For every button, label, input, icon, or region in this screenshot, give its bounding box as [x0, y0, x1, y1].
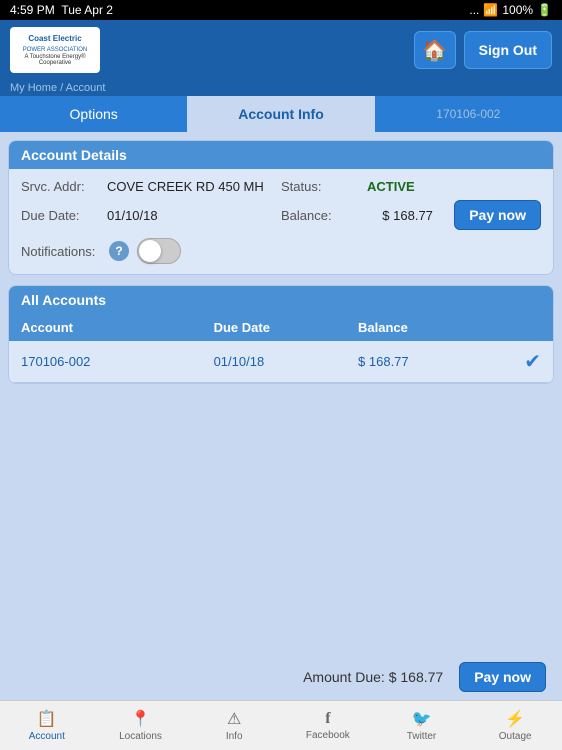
col-account: Account: [21, 320, 214, 335]
tab-account-number[interactable]: 170106-002: [375, 96, 562, 132]
bottom-nav: 📋 Account 📍 Locations ⚠ Info f Facebook …: [0, 700, 562, 750]
breadcrumb: My Home / Account: [0, 80, 562, 96]
srvc-addr-row: Srvc. Addr: COVE CREEK RD 450 MH: [21, 179, 281, 194]
account-details-card: Account Details Srvc. Addr: COVE CREEK R…: [8, 140, 554, 275]
locations-nav-icon: 📍: [131, 709, 151, 729]
nav-account[interactable]: 📋 Account: [0, 705, 94, 746]
header-buttons: 🏠 Sign Out: [414, 31, 552, 69]
bottom-area: Amount Due: $ 168.77 Pay now: [0, 654, 562, 700]
col-due-date: Due Date: [214, 320, 358, 335]
nav-info[interactable]: ⚠ Info: [187, 705, 281, 746]
main-content: Account Details Srvc. Addr: COVE CREEK R…: [0, 132, 562, 716]
amount-due-label: Amount Due: $ 168.77: [303, 669, 443, 685]
outage-nav-icon: ⚡: [505, 709, 525, 729]
balance-label: Balance:: [281, 208, 361, 223]
logo-subtitle: A Touchstone Energy® Cooperative: [13, 54, 97, 66]
cell-due-date: 01/10/18: [214, 354, 358, 369]
balance-row: Balance: $ 168.77 Pay now: [281, 200, 541, 230]
account-nav-icon: 📋: [37, 709, 57, 729]
wifi-icon: 📶: [483, 3, 498, 17]
battery-bar: 🔋: [537, 3, 552, 17]
cell-account: 170106-002: [21, 354, 214, 369]
due-date-label: Due Date:: [21, 208, 101, 223]
nav-outage[interactable]: ⚡ Outage: [468, 705, 562, 746]
tab-options[interactable]: Options: [0, 96, 187, 132]
home-icon: 🏠: [422, 38, 447, 63]
col-balance: Balance: [358, 320, 502, 335]
signout-button[interactable]: Sign Out: [464, 31, 552, 69]
all-accounts-card: All Accounts Account Due Date Balance 17…: [8, 285, 554, 384]
nav-facebook[interactable]: f Facebook: [281, 706, 375, 745]
table-row[interactable]: 170106-002 01/10/18 $ 168.77 ✔: [9, 341, 553, 383]
account-details-header: Account Details: [9, 141, 553, 169]
srvc-addr-label: Srvc. Addr:: [21, 179, 101, 194]
header: Coast Electric POWER ASSOCIATION A Touch…: [0, 20, 562, 80]
due-date-row: Due Date: 01/10/18: [21, 200, 281, 230]
col-check: [502, 320, 541, 335]
nav-twitter[interactable]: 🐦 Twitter: [375, 705, 469, 746]
info-nav-icon: ⚠: [227, 709, 241, 729]
cell-balance: $ 168.77: [358, 354, 502, 369]
toggle-knob: [139, 240, 161, 262]
twitter-nav-icon: 🐦: [412, 709, 432, 729]
tab-account-info[interactable]: Account Info: [187, 96, 374, 132]
status-right: ... 📶 100% 🔋: [469, 3, 552, 17]
notifications-label: Notifications:: [21, 244, 101, 259]
battery-icon: 100%: [502, 3, 533, 17]
status-value: ACTIVE: [367, 179, 415, 194]
home-button[interactable]: 🏠: [414, 31, 456, 69]
signal-icon: ...: [469, 3, 479, 17]
logo-title: Coast Electric POWER ASSOCIATION: [23, 34, 88, 54]
all-accounts-header: All Accounts: [9, 286, 553, 314]
selected-checkmark: ✔: [502, 349, 541, 374]
nav-locations[interactable]: 📍 Locations: [94, 705, 188, 746]
balance-value: $ 168.77: [382, 208, 433, 223]
notifications-toggle[interactable]: [137, 238, 181, 264]
status-row: Status: ACTIVE: [281, 179, 541, 194]
logo-area: Coast Electric POWER ASSOCIATION A Touch…: [10, 27, 100, 73]
srvc-addr-value: COVE CREEK RD 450 MH: [107, 179, 264, 194]
due-date-value: 01/10/18: [107, 208, 158, 223]
nav-account-label: Account: [29, 731, 65, 742]
nav-locations-label: Locations: [119, 731, 162, 742]
pay-now-button-bottom[interactable]: Pay now: [459, 662, 546, 692]
nav-info-label: Info: [226, 731, 243, 742]
account-details-body: Srvc. Addr: COVE CREEK RD 450 MH Status:…: [9, 169, 553, 274]
tab-bar: Options Account Info 170106-002: [0, 96, 562, 132]
status-time: 4:59 PM Tue Apr 2: [10, 3, 113, 17]
logo: Coast Electric POWER ASSOCIATION A Touch…: [10, 27, 100, 73]
help-icon[interactable]: ?: [109, 241, 129, 261]
pay-now-button-top[interactable]: Pay now: [454, 200, 541, 230]
nav-twitter-label: Twitter: [407, 731, 436, 742]
status-label: Status:: [281, 179, 361, 194]
notifications-row: Notifications: ?: [21, 238, 541, 264]
table-header: Account Due Date Balance: [9, 314, 553, 341]
status-bar: 4:59 PM Tue Apr 2 ... 📶 100% 🔋: [0, 0, 562, 20]
facebook-nav-icon: f: [325, 710, 330, 728]
nav-facebook-label: Facebook: [306, 730, 350, 741]
nav-outage-label: Outage: [499, 731, 532, 742]
